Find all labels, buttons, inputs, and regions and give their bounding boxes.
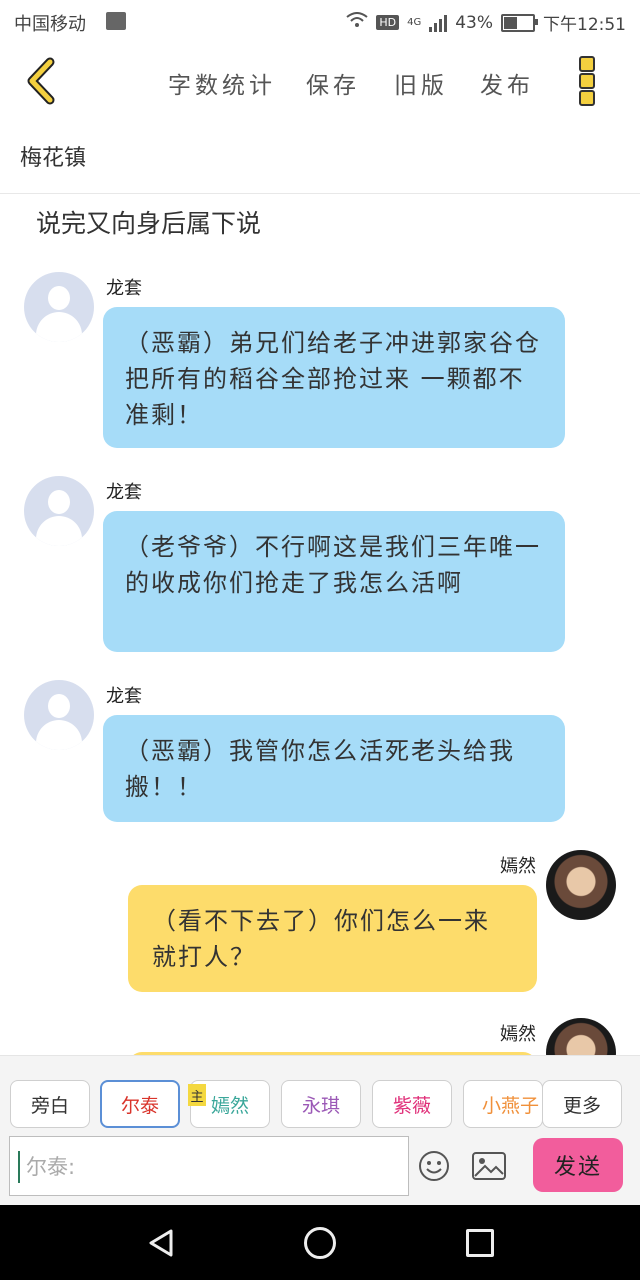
- message-bubble[interactable]: （看不下去了）你们怎么一来就打人？: [128, 885, 537, 992]
- emoji-icon[interactable]: [418, 1150, 450, 1182]
- menu-dot-icon: [579, 56, 595, 72]
- message-bubble[interactable]: （老爷爷）不行啊这是我们三年唯一的收成你们抢走了我怎么活啊: [103, 511, 565, 652]
- system-nav-bar: [0, 1205, 640, 1280]
- save-button[interactable]: 保存: [306, 66, 360, 100]
- avatar[interactable]: [24, 680, 94, 750]
- menu-dot-icon: [579, 90, 595, 106]
- avatar[interactable]: [24, 476, 94, 546]
- battery-icon: [501, 13, 538, 32]
- avatar[interactable]: [24, 272, 94, 342]
- input-panel: 旁白 尔泰 主 嫣然 永琪 紫薇 小燕子 更多 发送: [0, 1055, 640, 1206]
- gallery-notification-icon: [106, 12, 126, 30]
- dialogue-input[interactable]: [24, 1137, 398, 1197]
- word-count-button[interactable]: 字数统计: [168, 66, 276, 100]
- menu-dot-icon: [579, 73, 595, 89]
- network-label: 4G: [407, 17, 422, 28]
- nav-recents-icon[interactable]: [466, 1229, 494, 1257]
- character-chip-ziwei[interactable]: 紫薇: [372, 1080, 452, 1128]
- message-bubble[interactable]: （恶霸）我管你怎么活死老头给我搬！！: [103, 715, 565, 822]
- battery-percent: 43%: [455, 12, 493, 33]
- divider: [0, 193, 640, 194]
- more-menu-button[interactable]: [578, 56, 596, 106]
- send-button[interactable]: 发送: [533, 1138, 623, 1192]
- editor-toolbar: 字数统计 保存 旧版 发布: [0, 44, 640, 120]
- text-caret: [18, 1151, 20, 1183]
- more-characters-button[interactable]: 更多: [542, 1080, 622, 1128]
- character-chip-yongqi[interactable]: 永琪: [281, 1080, 361, 1128]
- character-chip-ertai[interactable]: 尔泰: [100, 1080, 180, 1128]
- speaker-name: 嫣然: [500, 1024, 536, 1045]
- avatar[interactable]: [546, 850, 616, 920]
- clock: 下午12:51: [543, 15, 626, 35]
- back-button[interactable]: [22, 56, 62, 106]
- character-chip-narrator[interactable]: 旁白: [10, 1080, 90, 1128]
- image-icon[interactable]: [472, 1152, 506, 1180]
- dialogue-input-field[interactable]: [9, 1136, 409, 1197]
- speaker-name: 嫣然: [500, 856, 536, 877]
- speaker-name: 龙套: [106, 278, 142, 299]
- speaker-name: 龙套: [106, 686, 142, 707]
- carrier-label: 中国移动: [14, 14, 86, 35]
- character-chip-xiaoyanzi[interactable]: 小燕子: [463, 1080, 543, 1128]
- speaker-name: 龙套: [106, 482, 142, 503]
- wifi-icon: [346, 12, 368, 33]
- message-bubble[interactable]: （恶霸）弟兄们给老子冲进郭家谷仓把所有的稻谷全部抢过来 一颗都不准剩！: [103, 307, 565, 448]
- nav-back-icon[interactable]: [145, 1227, 177, 1259]
- main-character-badge: 主: [188, 1084, 206, 1106]
- old-version-button[interactable]: 旧版: [394, 66, 448, 100]
- publish-button[interactable]: 发布: [480, 66, 534, 100]
- narration-text[interactable]: 说完又向身后属下说: [36, 204, 261, 240]
- status-bar: 中国移动 HD 4G 43% 下午12:51: [0, 0, 640, 44]
- nav-home-icon[interactable]: [304, 1227, 336, 1259]
- scene-location[interactable]: 梅花镇: [20, 140, 86, 172]
- hd-badge: HD: [376, 15, 400, 30]
- signal-icon: [429, 14, 448, 32]
- chevron-left-icon: [27, 57, 55, 105]
